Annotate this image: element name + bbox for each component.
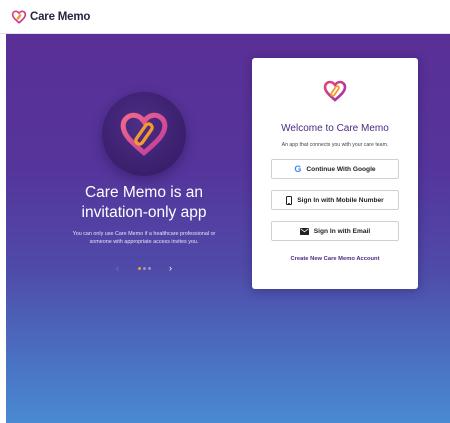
login-card: Welcome to Care Memo An app that connect… (252, 58, 418, 289)
carousel-dot-1[interactable] (137, 266, 141, 270)
chevron-right-icon[interactable]: › (163, 262, 179, 274)
envelope-icon (299, 227, 309, 235)
top-bar: Care Memo (0, 0, 450, 34)
google-button-label: Continue With Google (306, 165, 376, 173)
hero-panel: Care Memo is an invitation-only app You … (6, 34, 450, 423)
chevron-left-icon[interactable]: ‹ (110, 262, 126, 274)
hero-subtitle-line-2: someone with appropriate access invites … (89, 239, 199, 245)
google-icon: G (294, 163, 302, 174)
carousel-controls: ‹ › (102, 262, 186, 274)
heart-clip-icon (120, 112, 168, 157)
heart-clip-icon (11, 9, 27, 24)
hero-subtitle-line-1: You can only use Care Memo if a healthca… (72, 231, 216, 237)
brand-name: Care Memo (30, 10, 91, 23)
carousel-dot-2[interactable] (142, 266, 146, 270)
hero-logo (102, 92, 186, 176)
hero-title-line-2: invitation-only app (81, 204, 207, 221)
card-subtitle: An app that connects you with your care … (281, 142, 389, 148)
hero-subtitle: You can only use Care Memo if a healthca… (52, 230, 236, 246)
brand[interactable]: Care Memo (11, 9, 91, 24)
carousel-dots (137, 266, 151, 270)
hero-title: Care Memo is an invitation-only app (36, 183, 252, 223)
carousel-dot-3[interactable] (147, 266, 151, 270)
email-button-label: Sign In with Email (313, 227, 371, 235)
sign-in-email-button[interactable]: Sign In with Email (271, 221, 399, 241)
sign-in-mobile-button[interactable]: Sign In with Mobile Number (271, 190, 399, 210)
heart-clip-icon (323, 80, 347, 102)
phone-icon (286, 195, 293, 205)
create-account-link[interactable]: Create New Care Memo Account (252, 256, 418, 262)
mobile-button-label: Sign In with Mobile Number (297, 196, 384, 204)
continue-with-google-button[interactable]: G Continue With Google (271, 159, 399, 179)
card-title: Welcome to Care Memo (281, 123, 389, 134)
hero-title-line-1: Care Memo is an (84, 184, 203, 201)
